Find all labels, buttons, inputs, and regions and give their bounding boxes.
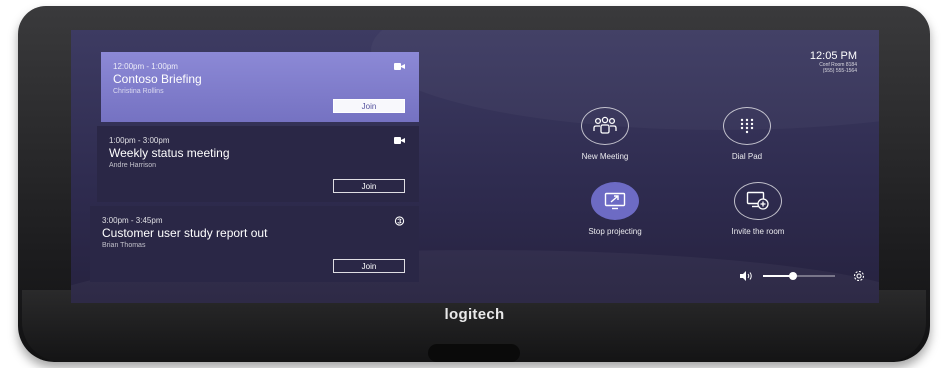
current-time: 12:05 PM: [809, 50, 857, 62]
new-meeting-circle[interactable]: [581, 107, 629, 145]
volume-control[interactable]: [739, 269, 869, 283]
dial-pad-circle[interactable]: [723, 107, 771, 145]
meeting-organizer: Christina Rollins: [113, 88, 164, 95]
meeting-title: Weekly status meeting: [109, 146, 230, 160]
join-button[interactable]: Join: [333, 179, 405, 193]
teams-video-icon: [394, 137, 405, 144]
meeting-time: 12:00pm - 1:00pm: [113, 62, 178, 71]
dialpad-icon: [740, 118, 754, 134]
meeting-organizer: Brian Thomas: [102, 242, 146, 249]
meeting-card-2[interactable]: 1:00pm - 3:00pm Weekly status meeting An…: [97, 126, 419, 202]
brand-logo: logitech: [444, 306, 505, 323]
meeting-time: 1:00pm - 3:00pm: [109, 136, 170, 145]
meeting-card-1[interactable]: 12:00pm - 1:00pm Contoso Briefing Christ…: [101, 52, 419, 122]
meeting-organizer: Andre Harrison: [109, 162, 157, 169]
speaker-icon: [740, 271, 752, 281]
teams-video-icon: [394, 63, 405, 70]
invite-room-circle[interactable]: [734, 182, 782, 220]
new-meeting-label: New Meeting: [581, 152, 629, 161]
dial-pad-button[interactable]: Dial Pad: [697, 107, 797, 161]
join-button[interactable]: Join: [333, 259, 405, 273]
stop-projecting-button[interactable]: Stop projecting: [565, 182, 665, 236]
volume-slider[interactable]: [763, 272, 835, 280]
projection-icon: [604, 192, 626, 210]
stop-projecting-circle[interactable]: [591, 182, 639, 220]
meeting-card-3[interactable]: 3:00pm - 3:45pm Customer user study repo…: [90, 206, 419, 282]
volume-slider-thumb[interactable]: [789, 272, 798, 280]
new-meeting-button[interactable]: New Meeting: [555, 107, 655, 161]
stop-projecting-label: Stop projecting: [588, 227, 642, 236]
people-icon: [593, 116, 617, 134]
dial-pad-label: Dial Pad: [731, 152, 763, 161]
invite-room-button[interactable]: Invite the room: [708, 182, 808, 236]
settings-gear-icon[interactable]: [853, 270, 865, 282]
skype-icon: [394, 216, 405, 226]
meeting-time: 3:00pm - 3:45pm: [102, 216, 163, 225]
invite-screen-icon: [746, 191, 769, 210]
join-button[interactable]: Join: [333, 99, 405, 113]
meeting-title: Contoso Briefing: [113, 72, 202, 86]
device-port: [428, 344, 520, 362]
room-phone: (555) 555-1564: [822, 68, 857, 74]
invite-room-label: Invite the room: [731, 227, 785, 236]
touch-screen: 12:00pm - 1:00pm Contoso Briefing Christ…: [71, 30, 879, 303]
clock-panel: 12:05 PM Conf Room 8184 (555) 555-1564: [810, 50, 857, 74]
meeting-title: Customer user study report out: [102, 226, 268, 240]
